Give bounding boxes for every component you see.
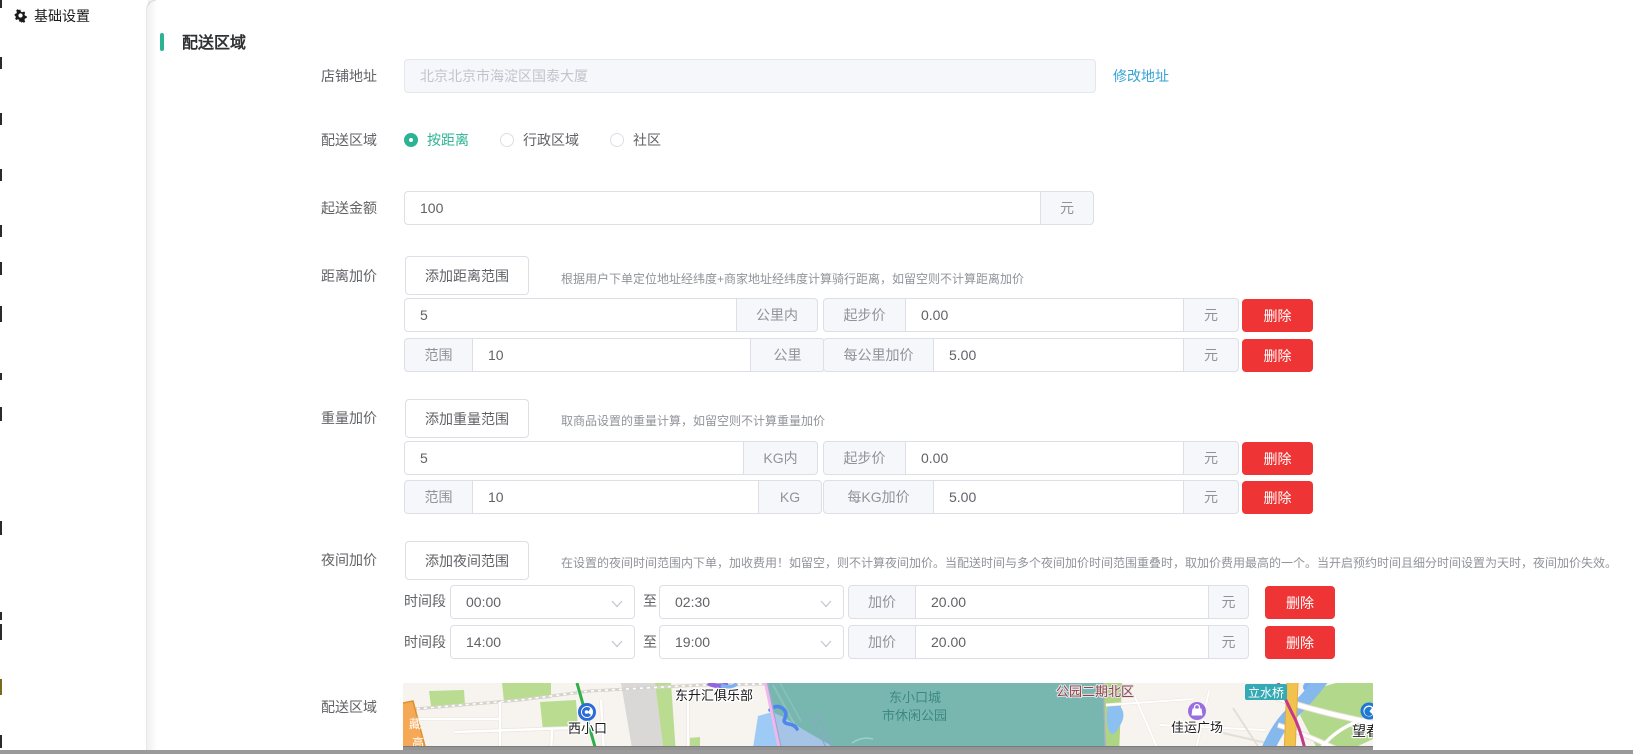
svg-text:立水桥: 立水桥 bbox=[1248, 685, 1284, 700]
svg-text:藏: 藏 bbox=[409, 717, 421, 731]
svg-text:东小口城: 东小口城 bbox=[889, 690, 941, 705]
svg-text:西小口: 西小口 bbox=[568, 721, 607, 736]
svg-text:东升汇俱乐部: 东升汇俱乐部 bbox=[675, 688, 753, 703]
svg-text:市休闲公园: 市休闲公园 bbox=[882, 708, 947, 723]
svg-text:公园二期北区: 公园二期北区 bbox=[1056, 684, 1134, 699]
svg-text:望春: 望春 bbox=[1352, 723, 1373, 739]
svg-text:佳运广场: 佳运广场 bbox=[1171, 720, 1223, 735]
